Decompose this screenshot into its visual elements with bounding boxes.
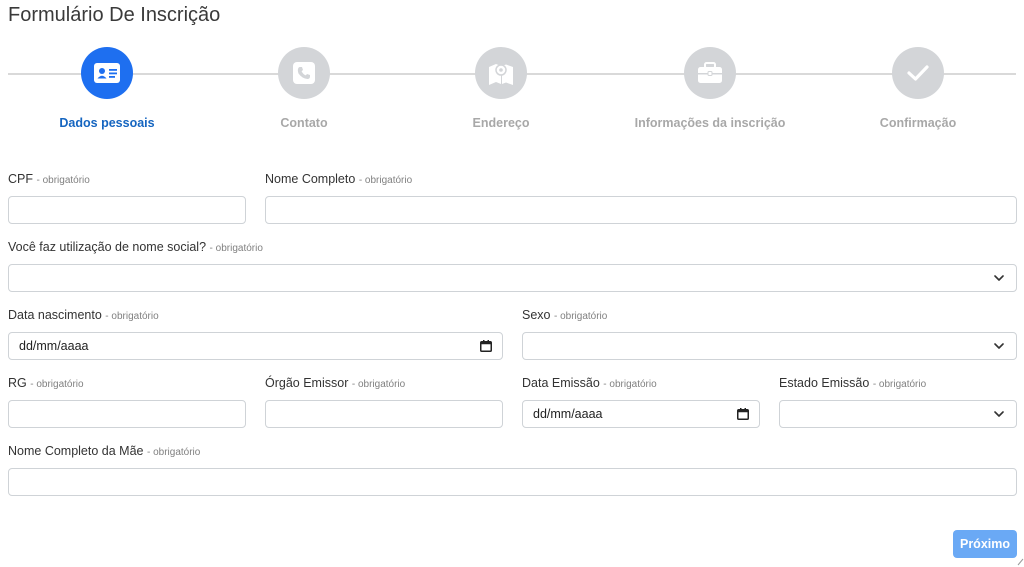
next-button[interactable]: Próximo [953, 530, 1017, 558]
chevron-down-icon [994, 410, 1004, 417]
nome-social-label-text: Você faz utilização de nome social? [8, 240, 207, 254]
rg-input[interactable] [8, 400, 246, 428]
step-dados-pessoais[interactable]: Dados pessoais [7, 47, 207, 130]
step-informacoes-inscricao[interactable]: Informações da inscrição [610, 47, 810, 130]
required-hint: - obrigatório [146, 447, 201, 458]
briefcase-icon [698, 62, 722, 83]
step-label: Contato [280, 116, 328, 130]
step-circle [684, 47, 736, 99]
data-nascimento-label-text: Data nascimento [8, 308, 102, 322]
orgao-emissor-label-text: Órgão Emissor [265, 376, 349, 390]
orgao-emissor-label: Órgão Emissor - obrigatório [265, 376, 405, 390]
sexo-label: Sexo - obrigatório [522, 308, 607, 322]
nome-social-label: Você faz utilização de nome social? - ob… [8, 240, 263, 254]
data-emissao-input[interactable]: dd/mm/aaaa [522, 400, 760, 428]
estado-emissao-select[interactable] [779, 400, 1017, 428]
step-confirmacao[interactable]: Confirmação [818, 47, 1018, 130]
calendar-icon[interactable] [480, 340, 492, 352]
step-endereco[interactable]: Endereço [401, 47, 601, 130]
step-label: Informações da inscrição [634, 116, 786, 130]
cpf-label-text: CPF [8, 172, 33, 186]
data-nascimento-label: Data nascimento - obrigatório [8, 308, 159, 322]
rg-label-text: RG [8, 376, 27, 390]
nome-completo-label: Nome Completo - obrigatório [265, 172, 412, 186]
data-nascimento-placeholder: dd/mm/aaaa [19, 339, 89, 353]
step-circle [278, 47, 330, 99]
page-title: Formulário De Inscrição [8, 4, 221, 26]
id-card-icon [94, 63, 120, 83]
phone-icon [293, 62, 315, 84]
step-label: Dados pessoais [59, 116, 155, 130]
required-hint: - obrigatório [209, 243, 263, 254]
cpf-input[interactable] [8, 196, 246, 224]
data-nascimento-input[interactable]: dd/mm/aaaa [8, 332, 503, 360]
required-hint: - obrigatório [553, 311, 608, 322]
nome-mae-label: Nome Completo da Mãe - obrigatório [8, 444, 200, 458]
calendar-icon[interactable] [737, 408, 749, 420]
required-hint: - obrigatório [872, 379, 927, 390]
nome-social-select[interactable] [8, 264, 1017, 292]
chevron-down-icon [994, 342, 1004, 349]
step-circle [892, 47, 944, 99]
estado-emissao-label-text: Estado Emissão [779, 376, 870, 390]
chevron-down-icon [994, 274, 1004, 281]
cpf-label: CPF - obrigatório [8, 172, 90, 186]
required-hint: - obrigatório [358, 175, 413, 186]
step-circle [475, 47, 527, 99]
data-emissao-placeholder: dd/mm/aaaa [533, 407, 603, 421]
resize-handle-icon[interactable] [1016, 556, 1024, 566]
data-emissao-label-text: Data Emissão [522, 376, 600, 390]
check-icon [907, 65, 929, 81]
nome-mae-input[interactable] [8, 468, 1017, 496]
sexo-label-text: Sexo [522, 308, 551, 322]
required-hint: - obrigatório [105, 311, 159, 322]
rg-label: RG - obrigatório [8, 376, 84, 390]
nome-completo-label-text: Nome Completo [265, 172, 356, 186]
step-contato[interactable]: Contato [204, 47, 404, 130]
required-hint: - obrigatório [36, 175, 90, 186]
orgao-emissor-input[interactable] [265, 400, 503, 428]
sexo-select[interactable] [522, 332, 1017, 360]
nome-completo-input[interactable] [265, 196, 1017, 224]
required-hint: - obrigatório [351, 379, 406, 390]
step-label: Endereço [472, 116, 530, 130]
step-label: Confirmação [879, 116, 957, 130]
estado-emissao-label: Estado Emissão - obrigatório [779, 376, 926, 390]
map-icon [489, 64, 513, 85]
nome-mae-label-text: Nome Completo da Mãe [8, 444, 144, 458]
progress-stepper: Dados pessoais Contato Endereço Informaç… [0, 44, 1024, 134]
step-circle [81, 47, 133, 99]
required-hint: - obrigatório [30, 379, 84, 390]
data-emissao-label: Data Emissão - obrigatório [522, 376, 657, 390]
required-hint: - obrigatório [603, 379, 657, 390]
